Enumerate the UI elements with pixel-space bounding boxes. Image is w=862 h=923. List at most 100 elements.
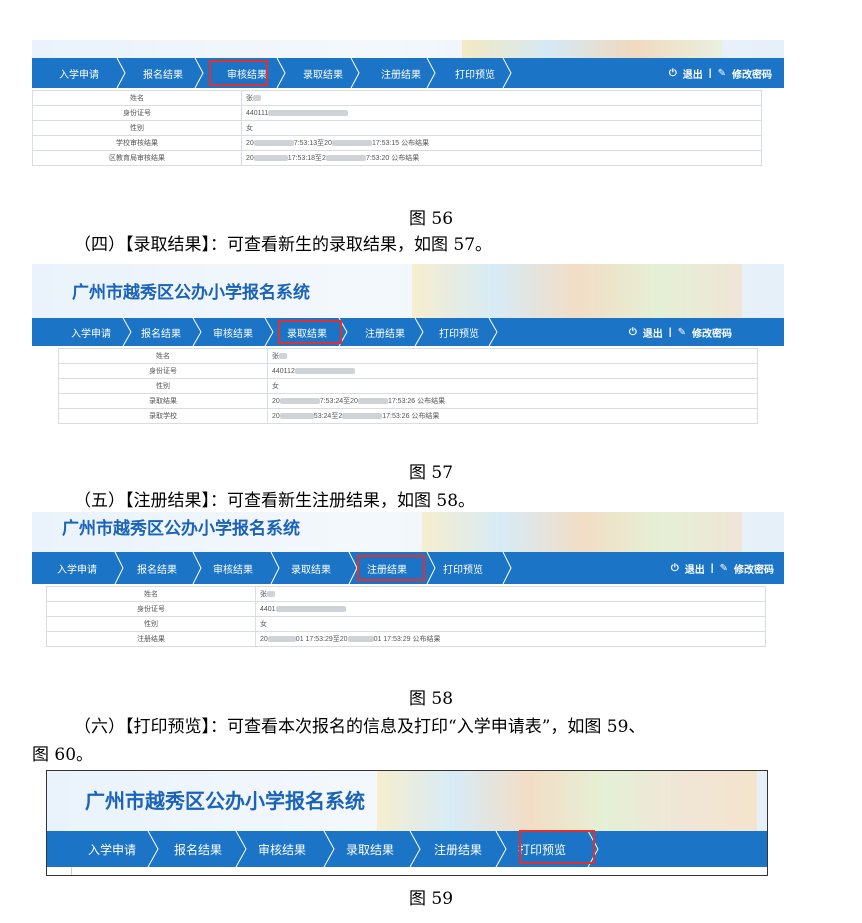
figure-56-screenshot: 入学申请 报名结果 审核结果 录取结果 注册结果 打印预览 ⏻ 退出 | ✎ 修… bbox=[32, 40, 784, 188]
logout-link[interactable]: 退出 bbox=[643, 325, 663, 340]
nav-review-result[interactable]: 审核结果 bbox=[243, 831, 321, 867]
table-row: 录取结果 20 7:53:24至20 17:53:26 公布结果 bbox=[58, 393, 758, 409]
row-value: 20 53:24至2 17:53:26 公布结果 bbox=[267, 408, 758, 424]
row-label: 姓名 bbox=[46, 586, 256, 602]
row-value: 440111 bbox=[241, 105, 762, 121]
row-value: 女 bbox=[255, 616, 766, 632]
row-value: 张 bbox=[267, 348, 758, 364]
result-table: 姓名张 身份证号 440111 性别女 学校审核结果 20 7:53:13至20 17:… bbox=[32, 90, 762, 166]
figure-caption: 图 57 bbox=[408, 463, 454, 483]
table-row: 身份证号 4401 bbox=[46, 601, 766, 617]
change-password-link[interactable]: 修改密码 bbox=[692, 325, 732, 340]
nav-user-actions: ⏻ 退出 | ✎ 修改密码 bbox=[671, 552, 774, 584]
nav-register-result[interactable]: 注册结果 bbox=[419, 831, 497, 867]
highlight-box bbox=[278, 320, 342, 344]
power-icon: ⏻ bbox=[670, 562, 679, 574]
nav-enroll-result[interactable]: 报名结果 bbox=[118, 552, 196, 584]
nav-separator-icon bbox=[414, 318, 424, 346]
row-value: 20 01 17:53:29至20 01 17:53:29 公布结果 bbox=[255, 631, 766, 647]
nav-separator-icon bbox=[194, 58, 204, 88]
banner: 广州市越秀区公办小学报名系统 bbox=[32, 512, 784, 552]
nav-separator-icon bbox=[235, 831, 247, 867]
nav-separator-icon bbox=[147, 831, 159, 867]
nav-separator-icon bbox=[426, 552, 436, 584]
nav-review-result[interactable]: 审核结果 bbox=[194, 552, 272, 584]
nav-enroll-result[interactable]: 报名结果 bbox=[159, 831, 237, 867]
nav-apply[interactable]: 入学申请 bbox=[73, 831, 151, 867]
nav-user-actions: ⏻ 退出 | ✎ 修改密码 bbox=[629, 318, 732, 346]
row-label: 录取学校 bbox=[58, 408, 268, 424]
nav-separator-icon bbox=[426, 58, 436, 88]
table-row: 性别女 bbox=[46, 616, 766, 632]
nav-separator-icon bbox=[502, 58, 512, 88]
pencil-icon: ✎ bbox=[717, 67, 726, 79]
nav-apply[interactable]: 入学申请 bbox=[40, 58, 118, 88]
nav-separator-icon bbox=[122, 318, 132, 346]
nav-separator-icon bbox=[502, 552, 512, 584]
logout-link[interactable]: 退出 bbox=[685, 561, 705, 576]
banner-illustration bbox=[462, 40, 722, 58]
pencil-icon: ✎ bbox=[677, 326, 686, 338]
row-value: 440112 bbox=[267, 363, 758, 379]
row-label: 身份证号 bbox=[32, 105, 242, 121]
nav-separator-icon bbox=[488, 318, 498, 346]
separator: | bbox=[708, 67, 712, 79]
banner bbox=[32, 40, 784, 58]
nav-admission-result[interactable]: 录取结果 bbox=[331, 831, 409, 867]
system-title: 广州市越秀区公办小学报名系统 bbox=[72, 283, 310, 302]
figure-caption: 图 58 bbox=[408, 689, 454, 709]
table-row: 姓名张 bbox=[46, 586, 766, 602]
banner-illustration bbox=[377, 771, 757, 831]
pencil-icon: ✎ bbox=[719, 562, 728, 574]
logout-link[interactable]: 退出 bbox=[683, 66, 703, 81]
banner: 广州市越秀区公办小学报名系统 bbox=[47, 771, 767, 831]
nav-register-result[interactable]: 注册结果 bbox=[346, 318, 424, 346]
system-title: 广州市越秀区公办小学报名系统 bbox=[85, 791, 365, 813]
row-value: 张 bbox=[241, 90, 762, 106]
nav-separator-icon bbox=[116, 58, 126, 88]
paragraph: （六）【打印预览】：可查看本次报名的信息及打印“入学申请表”，如图 59、 bbox=[74, 717, 646, 737]
change-password-link[interactable]: 修改密码 bbox=[732, 66, 772, 81]
table-row: 身份证号 440111 bbox=[32, 105, 762, 121]
table-row: 身份证号 440112 bbox=[58, 363, 758, 379]
nav-user-actions: ⏻ 退出 | ✎ 修改密码 bbox=[669, 58, 772, 88]
table-row: 学校审核结果 20 7:53:13至20 17:53:15 公布结果 bbox=[32, 135, 762, 151]
figure-59-screenshot: 广州市越秀区公办小学报名系统 入学申请 报名结果 审核结果 录取结果 注册结果 … bbox=[46, 770, 768, 876]
change-password-link[interactable]: 修改密码 bbox=[734, 561, 774, 576]
row-value: 20 7:53:13至20 17:53:15 公布结果 bbox=[241, 135, 762, 151]
nav-apply[interactable]: 入学申请 bbox=[38, 552, 116, 584]
nav-separator-icon bbox=[114, 552, 124, 584]
banner-illustration bbox=[412, 264, 742, 318]
row-label: 身份证号 bbox=[46, 601, 256, 617]
nav-separator-icon bbox=[323, 831, 335, 867]
banner: 广州市越秀区公办小学报名系统 bbox=[32, 264, 784, 318]
nav-separator-icon bbox=[350, 58, 360, 88]
system-title: 广州市越秀区公办小学报名系统 bbox=[62, 519, 300, 538]
nav-separator-icon bbox=[276, 58, 286, 88]
power-icon: ⏻ bbox=[668, 67, 677, 79]
nav-admission-result[interactable]: 录取结果 bbox=[272, 552, 350, 584]
nav-separator-icon bbox=[264, 318, 274, 346]
nav-print-preview[interactable]: 打印预览 bbox=[420, 318, 498, 346]
paragraph: 图 60。 bbox=[32, 745, 94, 765]
separator: | bbox=[668, 326, 672, 338]
figure-58-screenshot: 广州市越秀区公办小学报名系统 入学申请 报名结果 审核结果 录取结果 注册结果 … bbox=[32, 512, 784, 668]
nav-apply[interactable]: 入学申请 bbox=[52, 318, 130, 346]
nav-enroll-result[interactable]: 报名结果 bbox=[124, 58, 202, 88]
table-row: 性别女 bbox=[58, 378, 758, 394]
row-value: 20 17:53:18至2 7:53:20 公布结果 bbox=[241, 150, 762, 166]
row-label: 性别 bbox=[46, 616, 256, 632]
nav-separator-icon bbox=[409, 831, 421, 867]
content-area bbox=[71, 867, 767, 875]
nav-bar: 入学申请 报名结果 审核结果 录取结果 注册结果 打印预览 ⏻ 退出 | ✎ 修… bbox=[32, 552, 784, 584]
nav-separator-icon bbox=[495, 831, 507, 867]
nav-review-result[interactable]: 审核结果 bbox=[194, 318, 272, 346]
banner-illustration bbox=[422, 512, 742, 552]
nav-enroll-result[interactable]: 报名结果 bbox=[122, 318, 200, 346]
row-label: 学校审核结果 bbox=[32, 135, 242, 151]
row-label: 性别 bbox=[32, 120, 242, 136]
table-row: 姓名张 bbox=[32, 90, 762, 106]
row-value: 张 bbox=[255, 586, 766, 602]
table-row: 录取学校 20 53:24至2 17:53:26 公布结果 bbox=[58, 408, 758, 424]
nav-bar: 入学申请 报名结果 审核结果 录取结果 注册结果 打印预览 bbox=[47, 830, 767, 867]
